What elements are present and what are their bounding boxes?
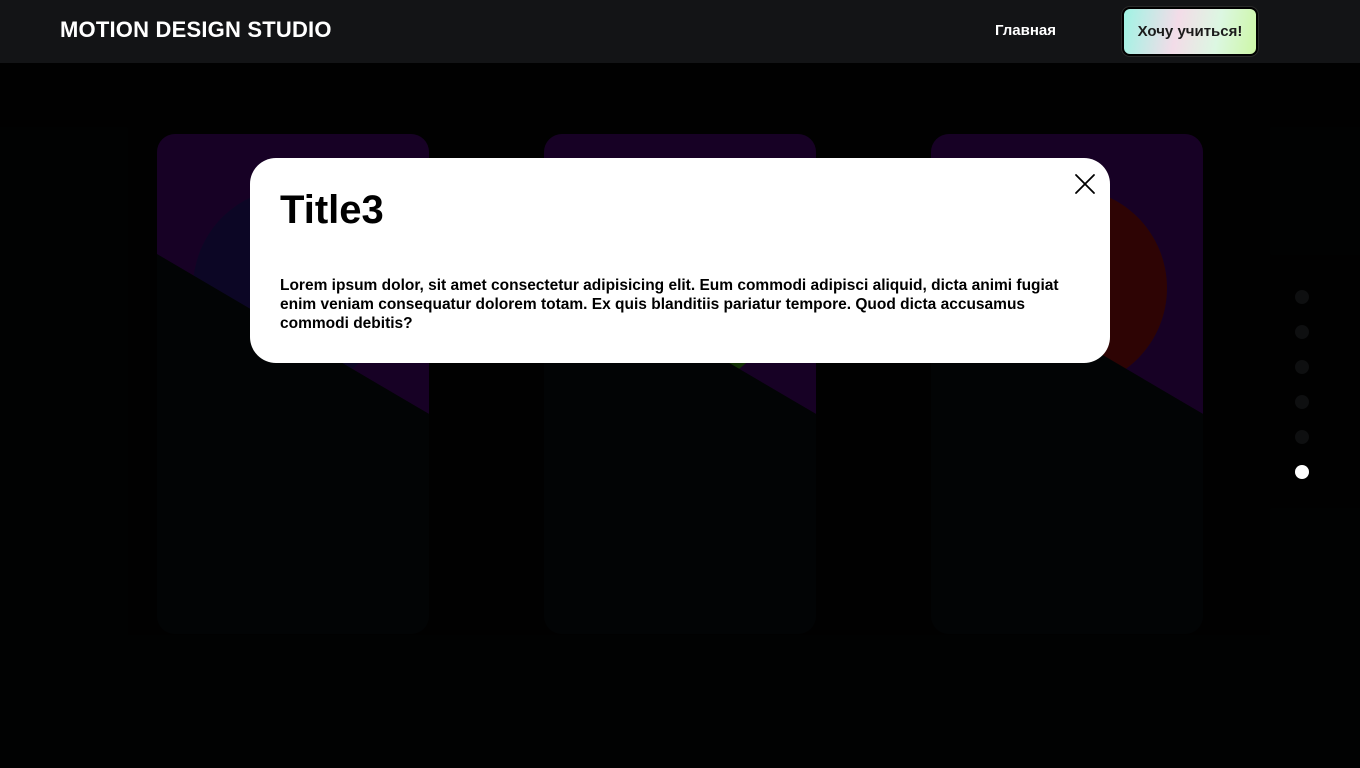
section-pagination — [1295, 290, 1309, 500]
pagination-dot[interactable] — [1295, 290, 1309, 304]
pagination-dot[interactable] — [1295, 395, 1309, 409]
close-icon-graphic — [1075, 174, 1095, 194]
nav-link-home[interactable]: Главная — [995, 22, 1056, 39]
modal-description: Lorem ipsum dolor, sit amet consectetur … — [280, 277, 1059, 332]
page: MOTION DESIGN STUDIO Главная Хочу учитьс… — [0, 0, 1360, 768]
want-to-study-button[interactable]: Хочу учиться! — [1122, 7, 1258, 56]
pagination-dot[interactable] — [1295, 465, 1309, 479]
close-icon[interactable] — [1072, 171, 1098, 197]
card-detail-modal: Title3 Lorem ipsum dolor, sit amet conse… — [250, 158, 1110, 363]
modal-title: Title3 — [280, 188, 384, 232]
pagination-dot[interactable] — [1295, 430, 1309, 444]
pagination-dot[interactable] — [1295, 360, 1309, 374]
pagination-dot[interactable] — [1295, 325, 1309, 339]
site-logo[interactable]: MOTION DESIGN STUDIO — [60, 17, 332, 43]
site-header: MOTION DESIGN STUDIO Главная Хочу учитьс… — [0, 0, 1360, 63]
